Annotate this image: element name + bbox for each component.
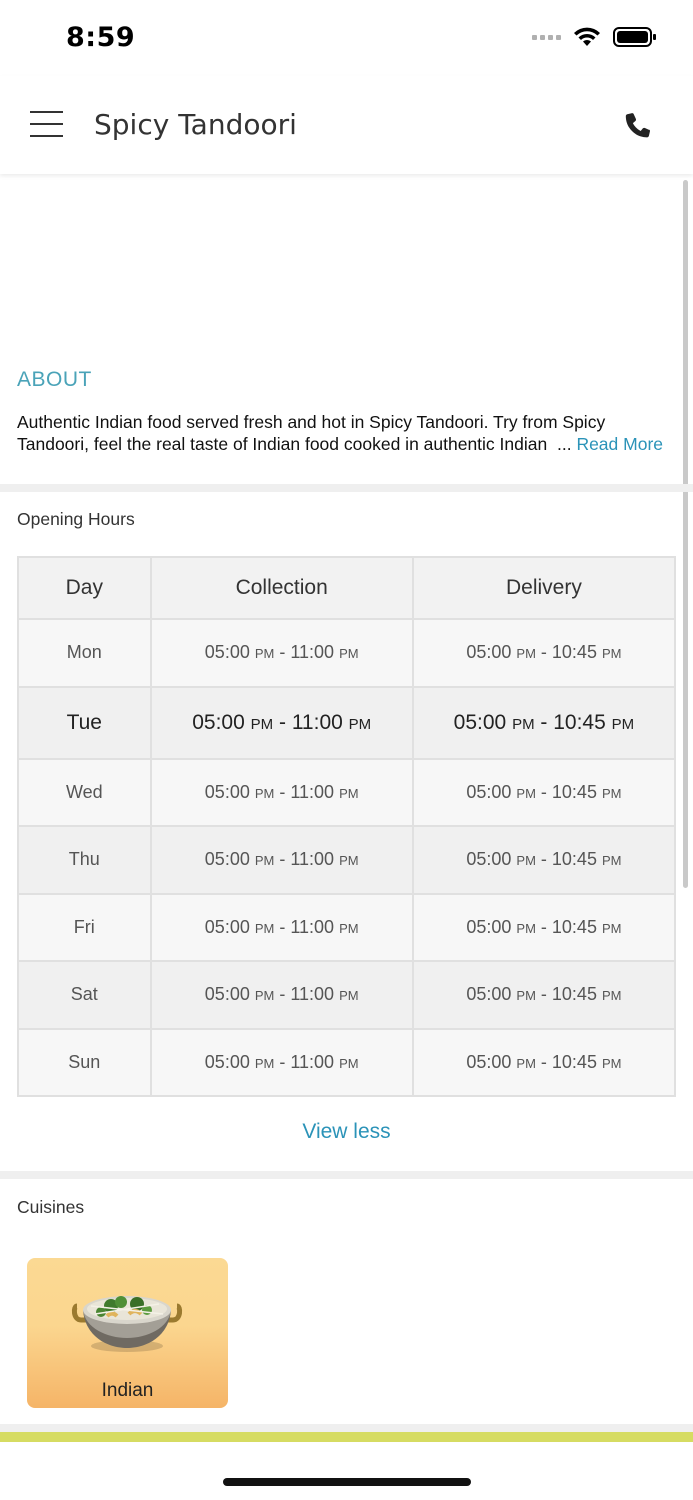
about-line-2: Tandoori, feel the real taste of Indian … (17, 434, 664, 454)
delivery-hours-cell: 05:00 PM - 10:45 PM (411, 1027, 677, 1097)
section-divider (0, 1424, 693, 1432)
table-row: Mon 05:00 PM - 11:00 PM 05:00 PM - 10:45 P… (17, 618, 677, 688)
about-line-1: Authentic Indian food served fresh and h… (17, 412, 606, 432)
hamburger-icon (30, 111, 63, 113)
app-header: Spicy Tandoori (0, 76, 693, 174)
collection-hours-cell: 05:00 PM - 11:00 PM (149, 685, 414, 760)
table-row: Sat 05:00 PM - 11:00 PM 05:00 PM - 10:45 P… (17, 960, 677, 1030)
table-header-row: Day Collection Delivery (17, 556, 677, 620)
table-row: Tue 05:00 PM - 11:00 PM 05:00 PM - 10:45 P… (17, 685, 677, 760)
page-title: Spicy Tandoori (94, 108, 297, 141)
cellular-signal-icon (532, 34, 561, 40)
section-divider (0, 1171, 693, 1179)
delivery-hours-cell: 05:00 PM - 10:45 PM (411, 892, 677, 962)
column-header-delivery: Delivery (411, 556, 677, 620)
read-more-link[interactable]: Read More (576, 434, 663, 454)
call-button[interactable] (621, 108, 655, 142)
scrollbar[interactable] (683, 180, 688, 888)
wifi-icon (574, 27, 600, 46)
delivery-hours-cell: 05:00 PM - 10:45 PM (411, 960, 677, 1030)
cuisine-card-indian[interactable]: Indian (27, 1258, 228, 1408)
view-less-link[interactable]: View less (0, 1120, 693, 1144)
delivery-hours-cell: 05:00 PM - 10:45 PM (411, 618, 677, 688)
collection-hours-cell: 05:00 PM - 11:00 PM (149, 757, 414, 827)
collection-hours-cell: 05:00 PM - 11:00 PM (149, 825, 414, 895)
column-header-collection: Collection (149, 556, 414, 620)
day-cell: Thu (17, 825, 152, 895)
opening-hours-table: Day Collection Delivery Mon 05:00 PM - 11… (17, 556, 677, 1097)
table-row: Sun 05:00 PM - 11:00 PM 05:00 PM - 10:45 P… (17, 1027, 677, 1097)
column-header-day: Day (17, 556, 152, 620)
footer-accent-bar (0, 1432, 693, 1442)
day-cell: Wed (17, 757, 152, 827)
status-icons (532, 26, 657, 48)
menu-button[interactable] (30, 111, 64, 137)
indian-food-bowl-icon (71, 1296, 183, 1352)
collection-hours-cell: 05:00 PM - 11:00 PM (149, 892, 414, 962)
table-row: Fri 05:00 PM - 11:00 PM 05:00 PM - 10:45 P… (17, 892, 677, 962)
cuisine-label: Indian (101, 1380, 154, 1401)
phone-icon (625, 113, 650, 138)
collection-hours-cell: 05:00 PM - 11:00 PM (149, 1027, 414, 1097)
table-row: Thu 05:00 PM - 11:00 PM 05:00 PM - 10:45 P… (17, 825, 677, 895)
day-cell: Fri (17, 892, 152, 962)
cuisines-title: Cuisines (17, 1197, 85, 1217)
section-divider (0, 484, 693, 492)
opening-hours-title: Opening Hours (17, 509, 135, 529)
day-cell: Mon (17, 618, 152, 688)
delivery-hours-cell: 05:00 PM - 10:45 PM (411, 757, 677, 827)
delivery-hours-cell: 05:00 PM - 10:45 PM (411, 685, 677, 760)
collection-hours-cell: 05:00 PM - 11:00 PM (149, 960, 414, 1030)
day-cell: Tue (17, 685, 152, 760)
about-heading: ABOUT (17, 368, 92, 391)
day-cell: Sun (17, 1027, 152, 1097)
day-cell: Sat (17, 960, 152, 1030)
collection-hours-cell: 05:00 PM - 11:00 PM (149, 618, 414, 688)
ellipsis: ... (556, 434, 572, 454)
about-description: Authentic Indian food served fresh and h… (17, 411, 677, 455)
status-bar: 8:59 (0, 0, 693, 76)
battery-icon (613, 27, 656, 47)
home-indicator[interactable] (223, 1478, 471, 1486)
table-row: Wed 05:00 PM - 11:00 PM 05:00 PM - 10:45 P… (17, 757, 677, 827)
delivery-hours-cell: 05:00 PM - 10:45 PM (411, 825, 677, 895)
status-time: 8:59 (66, 22, 136, 53)
